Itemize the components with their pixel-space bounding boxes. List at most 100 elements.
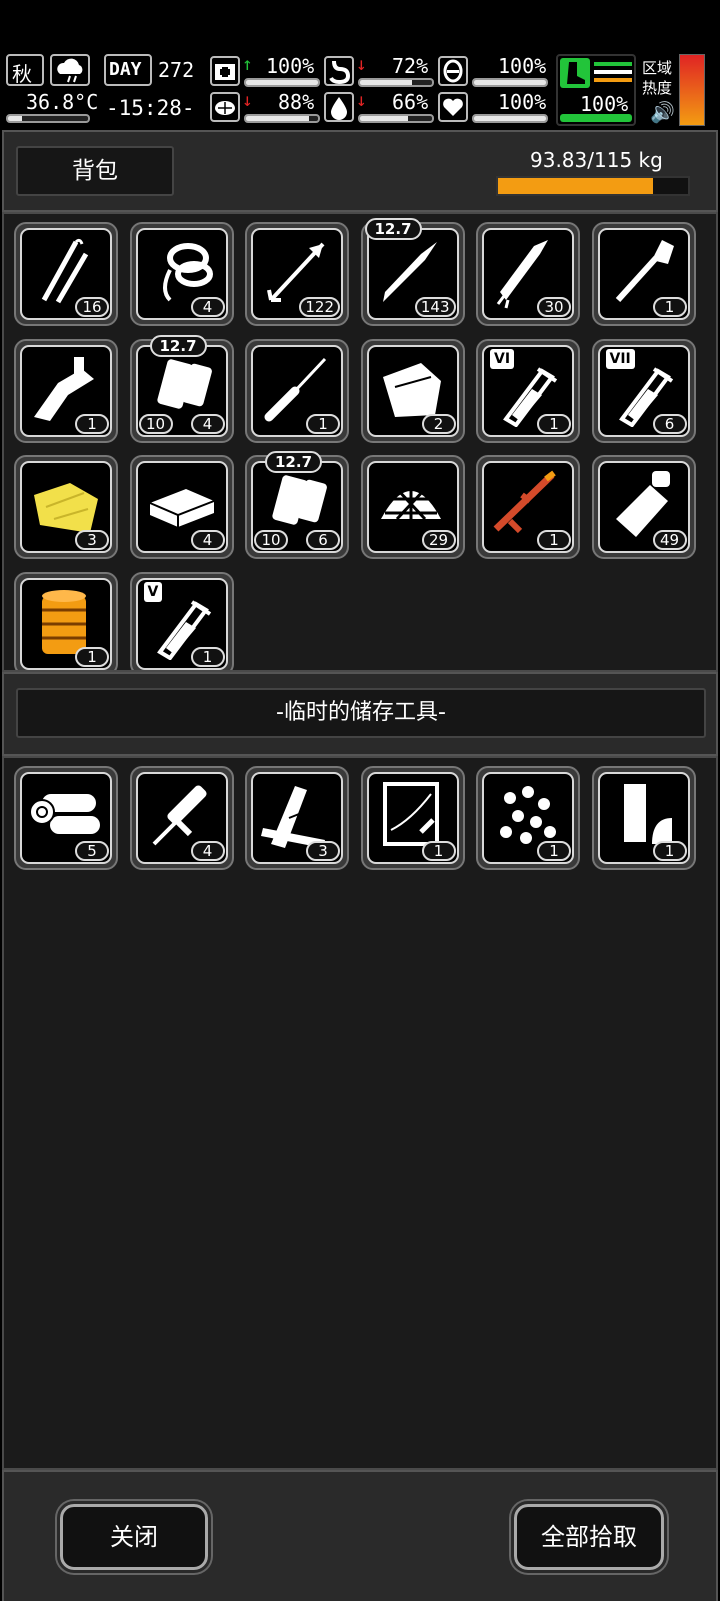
- zone-heat-label: 区域热度: [642, 59, 673, 97]
- backpack-slot[interactable]: 1: [591, 222, 696, 326]
- item-count: 2: [421, 413, 456, 434]
- item-count: 3: [75, 530, 109, 550]
- storage-slot[interactable]: 1: [360, 766, 465, 870]
- backpack-slot[interactable]: 122: [245, 222, 349, 326]
- weather-icon: [50, 54, 90, 86]
- mood-value: 100%: [498, 54, 547, 78]
- storage-title: -临时的储存工具-: [16, 688, 706, 738]
- brain-icon: [210, 92, 240, 122]
- water-drop-icon: [324, 92, 354, 122]
- backpack-slot[interactable]: 2: [360, 338, 465, 443]
- backpack-slot[interactable]: 4: [129, 455, 234, 559]
- backpack-slot[interactable]: 12.7 10 6: [245, 451, 349, 559]
- season-badge: 秋: [6, 54, 44, 86]
- brain-bar: [244, 114, 320, 123]
- backpack-slot[interactable]: 12.7 10 4: [129, 334, 234, 443]
- stamina-panel: 100%: [556, 54, 636, 126]
- backpack-slot[interactable]: 49: [591, 455, 696, 559]
- item-count: 16: [75, 297, 109, 317]
- status-hud: 秋 36.8°C DAY 272 -15:28- ↑ 100% ↓ 88% ↓ …: [4, 52, 718, 128]
- ammo-count: 10: [254, 530, 288, 550]
- take-all-button[interactable]: 全部拾取: [511, 1501, 667, 1573]
- storage-slot[interactable]: 1: [591, 766, 696, 870]
- stamina-bar: [560, 114, 632, 122]
- item-count: 4: [190, 297, 225, 317]
- temperature-value: 36.8°C: [26, 90, 99, 114]
- weight-bar: [496, 176, 690, 196]
- storage-slot[interactable]: 5: [14, 766, 118, 870]
- backpack-slot[interactable]: 12.7 143: [360, 218, 465, 326]
- backpack-slot[interactable]: 16: [14, 222, 118, 326]
- backpack-slot[interactable]: 4: [129, 222, 234, 326]
- tier-badge: VII: [605, 348, 635, 369]
- storage-header: -临时的储存工具-: [2, 672, 718, 756]
- heart-icon: [438, 92, 468, 122]
- item-count: 3: [306, 841, 340, 861]
- caliber-badge: 12.7: [265, 451, 323, 473]
- stomach-value: 72%: [392, 54, 429, 78]
- backpack-header: 背包 93.83/115 kg: [2, 130, 718, 212]
- water-value: 66%: [392, 90, 429, 114]
- medkit-icon: [210, 56, 240, 86]
- item-count: 1: [537, 841, 571, 861]
- season-label: 秋: [12, 62, 32, 86]
- backpack-slot[interactable]: 1: [14, 571, 118, 670]
- item-count: 1: [537, 413, 571, 434]
- health-up-arrow-icon: ↑: [242, 54, 253, 75]
- mood-bar: [472, 78, 548, 87]
- brain-down-arrow-icon: ↓: [242, 90, 253, 111]
- item-count: 4: [190, 841, 225, 861]
- tier-badge: V: [143, 581, 163, 602]
- item-count: 1: [75, 413, 109, 434]
- backpack-slot[interactable]: 1: [14, 338, 118, 443]
- item-count: 29: [421, 530, 456, 550]
- day-label: DAY: [109, 59, 142, 80]
- item-count: 4: [190, 413, 225, 434]
- temperature-bar: [6, 114, 90, 123]
- stamina-value: 100%: [580, 92, 629, 116]
- item-count: 1: [306, 413, 340, 434]
- item-count: 1: [652, 297, 687, 317]
- backpack-slot[interactable]: 3: [14, 455, 118, 559]
- boot-icon: [560, 58, 590, 88]
- item-count: 1: [652, 841, 687, 861]
- item-count: 122: [299, 297, 340, 317]
- item-count: 30: [537, 297, 571, 317]
- backpack-slot[interactable]: 30: [476, 222, 580, 326]
- item-count: 1: [421, 841, 456, 861]
- ammo-count: 10: [138, 413, 173, 434]
- backpack-slot[interactable]: V1: [129, 571, 234, 670]
- footer-bar: 关闭 全部拾取: [2, 1470, 718, 1601]
- close-button[interactable]: 关闭: [57, 1501, 211, 1573]
- mood-icon: [438, 56, 468, 86]
- brain-value: 88%: [278, 90, 315, 114]
- stomach-down-arrow-icon: ↓: [356, 54, 367, 75]
- stomach-bar: [358, 78, 434, 87]
- backpack-slot[interactable]: VII 6: [591, 338, 696, 443]
- backpack-title: 背包: [16, 146, 174, 196]
- item-count: 143: [414, 297, 456, 317]
- backpack-slot[interactable]: VI 1: [476, 338, 580, 443]
- backpack-slot[interactable]: 29: [360, 455, 465, 559]
- item-count: 6: [652, 413, 687, 434]
- zone-heat-meter: [679, 54, 705, 126]
- backpack-slot[interactable]: 1: [476, 455, 580, 559]
- day-badge: DAY: [104, 54, 152, 86]
- item-count: 49: [652, 530, 687, 550]
- water-bar: [358, 114, 434, 123]
- heart-bar: [472, 114, 548, 123]
- storage-slot[interactable]: 4: [129, 766, 234, 870]
- water-down-arrow-icon: ↓: [356, 90, 367, 111]
- backpack-weight: 93.83/115 kg: [530, 148, 663, 172]
- storage-slot[interactable]: 1: [476, 766, 580, 870]
- stomach-icon: [324, 56, 354, 86]
- item-count: 1: [537, 530, 571, 550]
- item-count: 1: [190, 646, 225, 667]
- sound-icon[interactable]: 🔊: [650, 100, 675, 124]
- heart-value: 100%: [498, 90, 547, 114]
- item-count: 1: [75, 646, 109, 667]
- backpack-slot[interactable]: 1: [245, 338, 349, 443]
- caliber-badge: 12.7: [149, 334, 207, 357]
- item-count: 6: [306, 530, 340, 550]
- storage-slot[interactable]: 3: [245, 766, 349, 870]
